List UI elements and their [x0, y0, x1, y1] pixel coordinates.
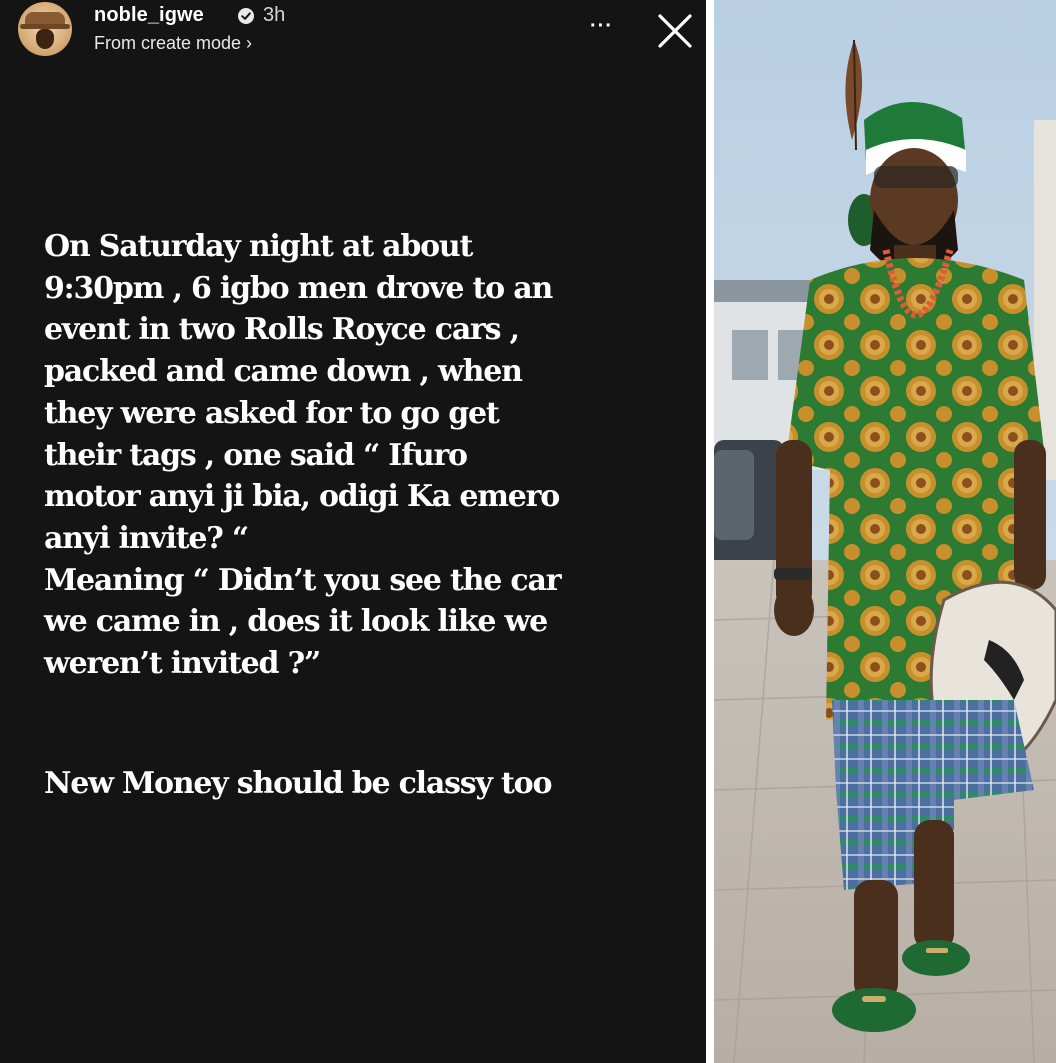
username[interactable]: noble_igwe: [94, 4, 204, 27]
divider: [706, 0, 714, 1063]
verified-badge-icon: [238, 8, 254, 24]
avatar[interactable]: [18, 2, 72, 56]
man-in-traditional-attire-photo: [714, 0, 1056, 1063]
story-panel: noble_igwe 3h From create mode › ··· On …: [0, 0, 706, 1063]
post-time: 3h: [263, 4, 286, 26]
more-options-icon[interactable]: ···: [590, 16, 620, 36]
close-icon[interactable]: [656, 12, 694, 50]
story-header: noble_igwe 3h From create mode › ···: [0, 0, 706, 64]
story-body-text: On Saturday night at about 9:30pm , 6 ig…: [44, 229, 562, 682]
story-tagline: New Money should be classy too: [44, 766, 552, 801]
create-mode-link[interactable]: From create mode ›: [94, 33, 252, 54]
